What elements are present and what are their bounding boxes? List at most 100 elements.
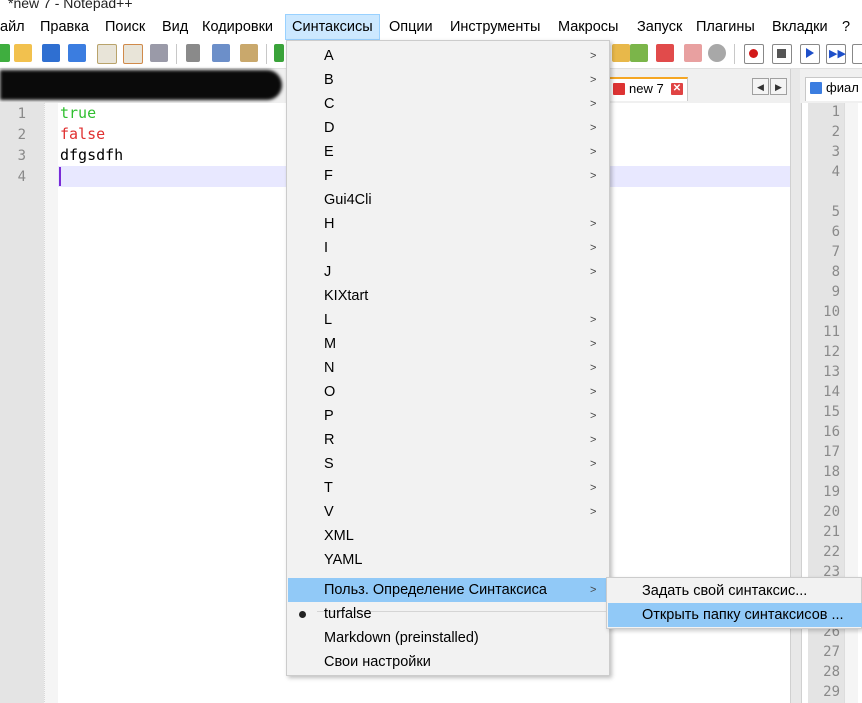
doc-map-icon[interactable] bbox=[612, 44, 630, 62]
menu-item-label: I bbox=[324, 240, 329, 256]
pdf-icon[interactable] bbox=[656, 44, 674, 62]
menu-item-syntax[interactable]: J > bbox=[288, 260, 608, 284]
menu-item-syntax[interactable]: M > bbox=[288, 332, 608, 356]
close-all-icon[interactable] bbox=[123, 44, 143, 64]
menu-item-label: L bbox=[324, 312, 333, 328]
menu-item-label: J bbox=[324, 264, 332, 280]
menu-item-label: R bbox=[324, 432, 335, 448]
menu-help[interactable]: ? bbox=[836, 14, 856, 40]
menu-item-syntax[interactable]: V > bbox=[288, 500, 608, 524]
menu-item-label: XML bbox=[324, 528, 354, 544]
menu-item-markdown[interactable]: Markdown (preinstalled) bbox=[288, 626, 608, 650]
line-number: 29 bbox=[823, 684, 840, 700]
menu-plugins[interactable]: Плагины bbox=[690, 14, 761, 40]
menu-item-syntax[interactable]: F > bbox=[288, 164, 608, 188]
menu-view[interactable]: Вид bbox=[156, 14, 194, 40]
stop-macro-icon[interactable] bbox=[772, 44, 792, 64]
submenu-arrow-icon: > bbox=[590, 362, 597, 374]
menu-options[interactable]: Опции bbox=[383, 14, 439, 40]
menu-item-syntax[interactable]: Gui4Cli bbox=[288, 188, 608, 212]
monitoring-icon[interactable] bbox=[708, 44, 726, 62]
menu-item-define-language[interactable]: Задать свой синтаксис... bbox=[608, 579, 862, 603]
open-file-icon[interactable] bbox=[14, 44, 32, 62]
line-number: 1 bbox=[17, 106, 26, 122]
menu-tools[interactable]: Инструменты bbox=[444, 14, 546, 40]
menu-edit[interactable]: Правка bbox=[34, 14, 95, 40]
run-macro-multiple-icon[interactable]: ▶▶ bbox=[826, 44, 846, 64]
menu-item-syntax[interactable]: P > bbox=[288, 404, 608, 428]
menu-item-syntax[interactable]: B > bbox=[288, 68, 608, 92]
menu-item-syntax[interactable]: S > bbox=[288, 452, 608, 476]
menu-item-syntax[interactable]: I > bbox=[288, 236, 608, 260]
menu-bar: айл Правка Поиск Вид Кодировки Синтаксис… bbox=[0, 14, 862, 40]
menu-search[interactable]: Поиск bbox=[99, 14, 151, 40]
menu-item-syntax[interactable]: E > bbox=[288, 140, 608, 164]
paste-icon[interactable] bbox=[240, 44, 258, 62]
menu-item-user-defined-language[interactable]: Польз. Определение Синтаксиса > bbox=[288, 578, 608, 602]
save-all-icon[interactable] bbox=[68, 44, 86, 62]
menu-item-label: A bbox=[324, 48, 334, 64]
close-file-icon[interactable] bbox=[97, 44, 117, 64]
menu-item-syntax[interactable]: N > bbox=[288, 356, 608, 380]
line-number: 9 bbox=[831, 284, 840, 300]
line-number: 11 bbox=[823, 324, 840, 340]
menu-item-label: Открыть папку синтаксисов ... bbox=[642, 607, 844, 623]
submenu-arrow-icon: > bbox=[590, 146, 597, 158]
code-line-3[interactable]: dfgsdfh bbox=[60, 146, 123, 164]
menu-macros[interactable]: Макросы bbox=[552, 14, 624, 40]
copy-icon[interactable] bbox=[212, 44, 230, 62]
menu-item-label: S bbox=[324, 456, 334, 472]
tab-scroll-left-icon[interactable]: ◀ bbox=[752, 78, 769, 95]
undo-icon[interactable] bbox=[274, 44, 284, 62]
print-icon[interactable] bbox=[150, 44, 168, 62]
line-number: 10 bbox=[823, 304, 840, 320]
menu-item-open-udl-folder[interactable]: Открыть папку синтаксисов ... bbox=[608, 603, 862, 627]
menu-syntax[interactable]: Синтаксисы bbox=[285, 14, 380, 40]
cut-icon[interactable] bbox=[186, 44, 200, 62]
menu-item-syntax[interactable]: KIXtart bbox=[288, 284, 608, 308]
submenu-arrow-icon: > bbox=[590, 482, 597, 494]
tab-right-file[interactable]: фиал bbox=[805, 77, 862, 101]
fold-margin[interactable] bbox=[44, 103, 58, 703]
menu-item-syntax[interactable]: O > bbox=[288, 380, 608, 404]
save-macro-icon[interactable] bbox=[852, 44, 862, 64]
play-macro-icon[interactable] bbox=[800, 44, 820, 64]
code-line-1[interactable]: true bbox=[60, 104, 96, 122]
save-icon[interactable] bbox=[42, 44, 60, 62]
record-macro-icon[interactable] bbox=[744, 44, 764, 64]
folder-workspace-icon[interactable] bbox=[684, 44, 702, 62]
line-number: 12 bbox=[823, 344, 840, 360]
unsaved-file-icon bbox=[613, 83, 625, 95]
new-file-icon[interactable] bbox=[0, 44, 10, 62]
menu-item-syntax[interactable]: H > bbox=[288, 212, 608, 236]
line-number: 2 bbox=[17, 127, 26, 143]
tab-navigation: ◀ ▶ bbox=[752, 78, 790, 96]
menu-item-syntax[interactable]: D > bbox=[288, 116, 608, 140]
tab-new-7[interactable]: new 7 ✕ bbox=[608, 77, 688, 101]
menu-item-custom-settings[interactable]: Свои настройки bbox=[288, 650, 608, 674]
menu-item-syntax[interactable]: YAML bbox=[288, 548, 608, 572]
menu-file[interactable]: айл bbox=[0, 14, 31, 40]
menu-item-syntax[interactable]: A > bbox=[288, 44, 608, 68]
menu-item-label: D bbox=[324, 120, 335, 136]
menu-item-syntax[interactable]: XML bbox=[288, 524, 608, 548]
menu-run[interactable]: Запуск bbox=[631, 14, 688, 40]
submenu-arrow-icon: > bbox=[590, 410, 597, 422]
menu-item-label: E bbox=[324, 144, 334, 160]
submenu-arrow-icon: > bbox=[590, 242, 597, 254]
redacted-tabs bbox=[0, 70, 282, 100]
code-line-2[interactable]: false bbox=[60, 125, 105, 143]
function-list-icon[interactable] bbox=[630, 44, 648, 62]
tab-scroll-right-icon[interactable]: ▶ bbox=[770, 78, 787, 95]
line-number: 4 bbox=[17, 169, 26, 185]
menu-item-syntax[interactable]: L > bbox=[288, 308, 608, 332]
menu-item-syntax[interactable]: C > bbox=[288, 92, 608, 116]
menu-item-syntax[interactable]: R > bbox=[288, 428, 608, 452]
menu-item-syntax[interactable]: T > bbox=[288, 476, 608, 500]
close-tab-icon[interactable]: ✕ bbox=[671, 83, 683, 95]
menu-tabs[interactable]: Вкладки bbox=[766, 14, 834, 40]
menu-item-label: O bbox=[324, 384, 336, 400]
line-number: 16 bbox=[823, 424, 840, 440]
menu-item-turfalse[interactable]: turfalse bbox=[288, 602, 608, 626]
menu-encoding[interactable]: Кодировки bbox=[196, 14, 279, 40]
